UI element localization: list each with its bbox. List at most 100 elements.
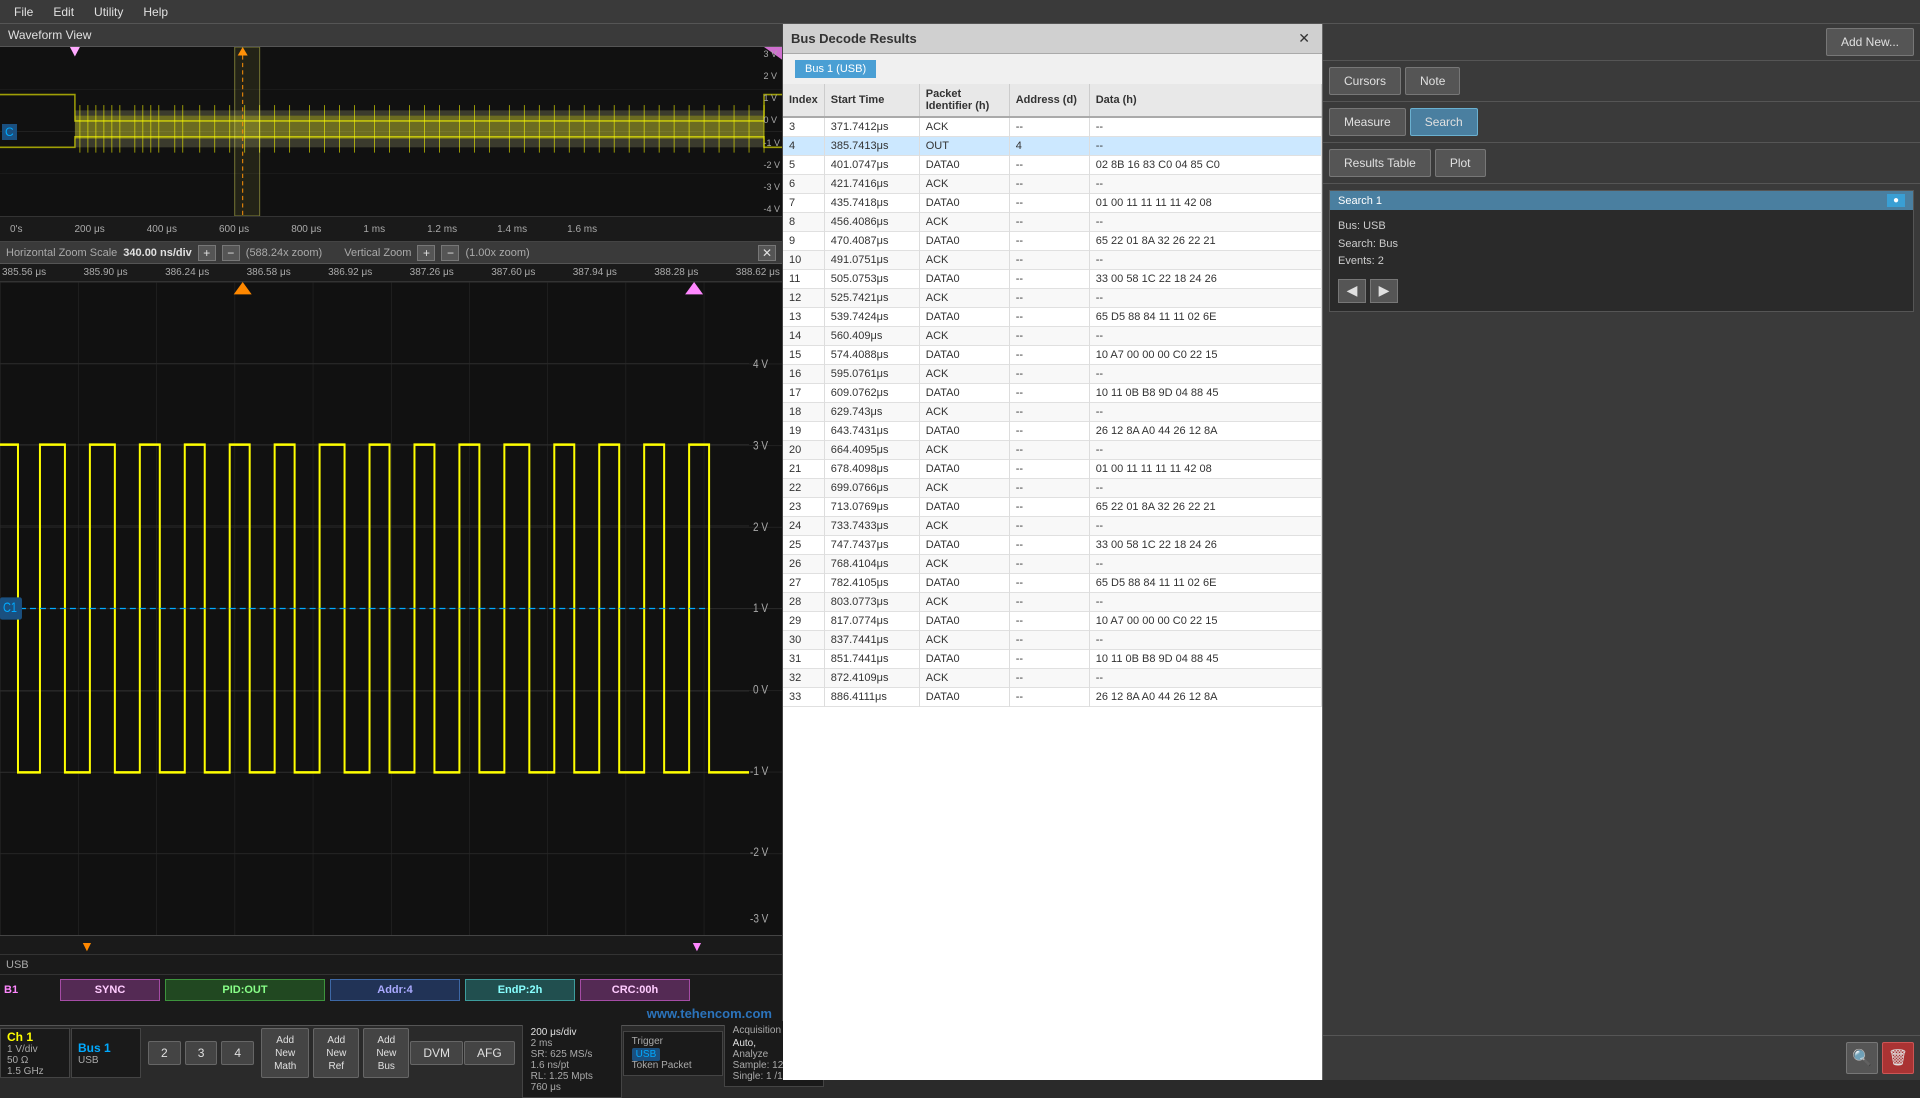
events-value: 2 <box>1378 255 1384 267</box>
seg-pid-out: PID:OUT <box>165 979 325 1001</box>
table-row[interactable]: 10 491.0751μs ACK -- -- <box>783 251 1322 270</box>
table-row[interactable]: 13 539.7424μs DATA0 -- 65 D5 88 84 11 11… <box>783 308 1322 327</box>
cell-data: 10 11 0B B8 9D 04 88 45 <box>1089 384 1321 403</box>
menu-utility[interactable]: Utility <box>84 3 133 21</box>
cell-pid: DATA0 <box>919 650 1009 669</box>
delete-icon-btn[interactable]: 🗑 <box>1882 1042 1914 1074</box>
cell-addr: -- <box>1009 498 1089 517</box>
table-row[interactable]: 27 782.4105μs DATA0 -- 65 D5 88 84 11 11… <box>783 574 1322 593</box>
cell-pid: ACK <box>919 555 1009 574</box>
horizontal-scale: 200 μs/div <box>531 1027 613 1038</box>
bus-tab[interactable]: Bus 1 (USB) <box>795 60 876 78</box>
cell-pid: DATA0 <box>919 194 1009 213</box>
cell-pid: ACK <box>919 403 1009 422</box>
plot-btn[interactable]: Plot <box>1435 149 1486 177</box>
search-next-btn[interactable]: ▶ <box>1370 279 1398 303</box>
hz-zoom-in[interactable]: + <box>198 245 216 261</box>
cell-data: -- <box>1089 251 1321 270</box>
table-row[interactable]: 19 643.7431μs DATA0 -- 26 12 8A A0 44 26… <box>783 422 1322 441</box>
table-row[interactable]: 22 699.0766μs ACK -- -- <box>783 479 1322 498</box>
menu-edit[interactable]: Edit <box>43 3 84 21</box>
table-row[interactable]: 4 385.7413μs OUT 4 -- <box>783 137 1322 156</box>
cell-data: -- <box>1089 669 1321 688</box>
cell-index: 6 <box>783 175 824 194</box>
table-row[interactable]: 8 456.4086μs ACK -- -- <box>783 213 1322 232</box>
hz-zoom-out[interactable]: − <box>222 245 240 261</box>
ch-btn-3[interactable]: 3 <box>185 1041 218 1065</box>
decode-close-btn[interactable]: ✕ <box>1294 30 1314 47</box>
cell-data: 01 00 11 11 11 11 42 08 <box>1089 460 1321 479</box>
add-math-btn[interactable]: Add New Math <box>261 1028 309 1078</box>
table-row[interactable]: 15 574.4088μs DATA0 -- 10 A7 00 00 00 C0… <box>783 346 1322 365</box>
add-ref-btn[interactable]: Add New Ref <box>313 1028 359 1078</box>
decode-table: Index Start Time Packet Identifier (h) A… <box>783 84 1322 707</box>
menu-help[interactable]: Help <box>133 3 178 21</box>
table-row[interactable]: 12 525.7421μs ACK -- -- <box>783 289 1322 308</box>
table-row[interactable]: 24 733.7433μs ACK -- -- <box>783 517 1322 536</box>
table-row[interactable]: 30 837.7441μs ACK -- -- <box>783 631 1322 650</box>
zoom-icon-btn[interactable]: 🔍 <box>1846 1042 1878 1074</box>
search-type-label: Search: <box>1338 238 1376 250</box>
main-layout: Waveform View <box>0 24 1920 1080</box>
cell-pid: DATA0 <box>919 422 1009 441</box>
search1-title: Search 1 ● <box>1330 191 1913 210</box>
table-row[interactable]: 9 470.4087μs DATA0 -- 65 22 01 8A 32 26 … <box>783 232 1322 251</box>
waveform-title: Waveform View <box>8 28 91 42</box>
close-zoom[interactable]: ✕ <box>758 245 776 261</box>
add-buttons: Add New Math Add New Ref Add New Bus <box>261 1028 409 1078</box>
table-row[interactable]: 11 505.0753μs DATA0 -- 33 00 58 1C 22 18… <box>783 270 1322 289</box>
waveform-header: Waveform View <box>0 24 782 47</box>
v-zoom-out[interactable]: − <box>441 245 459 261</box>
dvm-btn[interactable]: DVM <box>410 1041 463 1065</box>
add-bus-btn[interactable]: Add New Bus <box>363 1028 409 1078</box>
add-new-btn[interactable]: Add New... <box>1826 28 1914 56</box>
cell-pid: ACK <box>919 327 1009 346</box>
v-zoom-in[interactable]: + <box>417 245 435 261</box>
table-row[interactable]: 33 886.4111μs DATA0 -- 26 12 8A A0 44 26… <box>783 688 1322 707</box>
mini-waveform[interactable]: 3 V2 V1 V0 V-1 V-2 V-3 V-4 V C 0's 200 μ… <box>0 47 782 242</box>
table-row[interactable]: 32 872.4109μs ACK -- -- <box>783 669 1322 688</box>
table-row[interactable]: 14 560.409μs ACK -- -- <box>783 327 1322 346</box>
ch-btn-2[interactable]: 2 <box>148 1041 181 1065</box>
table-row[interactable]: 21 678.4098μs DATA0 -- 01 00 11 11 11 11… <box>783 460 1322 479</box>
table-row[interactable]: 26 768.4104μs ACK -- -- <box>783 555 1322 574</box>
table-row[interactable]: 3 371.7412μs ACK -- -- <box>783 117 1322 137</box>
cursors-btn[interactable]: Cursors <box>1329 67 1401 95</box>
table-row[interactable]: 31 851.7441μs DATA0 -- 10 11 0B B8 9D 04… <box>783 650 1322 669</box>
table-row[interactable]: 16 595.0761μs ACK -- -- <box>783 365 1322 384</box>
table-row[interactable]: 6 421.7416μs ACK -- -- <box>783 175 1322 194</box>
table-row[interactable]: 28 803.0773μs ACK -- -- <box>783 593 1322 612</box>
table-row[interactable]: 23 713.0769μs DATA0 -- 65 22 01 8A 32 26… <box>783 498 1322 517</box>
table-row[interactable]: 17 609.0762μs DATA0 -- 10 11 0B B8 9D 04… <box>783 384 1322 403</box>
table-row[interactable]: 25 747.7437μs DATA0 -- 33 00 58 1C 22 18… <box>783 536 1322 555</box>
menu-file[interactable]: File <box>4 3 43 21</box>
search-prev-btn[interactable]: ◀ <box>1338 279 1366 303</box>
col-index: Index <box>783 84 824 117</box>
afg-btn[interactable]: AFG <box>464 1041 515 1065</box>
note-btn[interactable]: Note <box>1405 67 1460 95</box>
results-table-btn[interactable]: Results Table <box>1329 149 1431 177</box>
cell-data: -- <box>1089 365 1321 384</box>
cell-addr: -- <box>1009 422 1089 441</box>
svg-text:-2 V: -2 V <box>750 846 769 859</box>
cell-index: 32 <box>783 669 824 688</box>
measure-btn[interactable]: Measure <box>1329 108 1406 136</box>
cell-data: -- <box>1089 289 1321 308</box>
col-start-time: Start Time <box>824 84 919 117</box>
ch-btn-4[interactable]: 4 <box>221 1041 254 1065</box>
mini-time-400: 400 μs <box>147 224 177 235</box>
bus-tab-container: Bus 1 (USB) <box>783 54 1322 84</box>
table-row[interactable]: 7 435.7418μs DATA0 -- 01 00 11 11 11 11 … <box>783 194 1322 213</box>
main-waveform[interactable]: 385.56 μs385.90 μs386.24 μs386.58 μs386.… <box>0 264 782 935</box>
decode-table-container[interactable]: Index Start Time Packet Identifier (h) A… <box>783 84 1322 1080</box>
trigger-marker-right: ▼ <box>690 938 704 954</box>
search-btn[interactable]: Search <box>1410 108 1478 136</box>
table-row[interactable]: 18 629.743μs ACK -- -- <box>783 403 1322 422</box>
cell-pid: ACK <box>919 213 1009 232</box>
table-row[interactable]: 29 817.0774μs DATA0 -- 10 A7 00 00 00 C0… <box>783 612 1322 631</box>
table-row[interactable]: 20 664.4095μs ACK -- -- <box>783 441 1322 460</box>
table-row[interactable]: 5 401.0747μs DATA0 -- 02 8B 16 83 C0 04 … <box>783 156 1322 175</box>
cell-pid: DATA0 <box>919 612 1009 631</box>
cell-index: 17 <box>783 384 824 403</box>
cell-pid: DATA0 <box>919 270 1009 289</box>
